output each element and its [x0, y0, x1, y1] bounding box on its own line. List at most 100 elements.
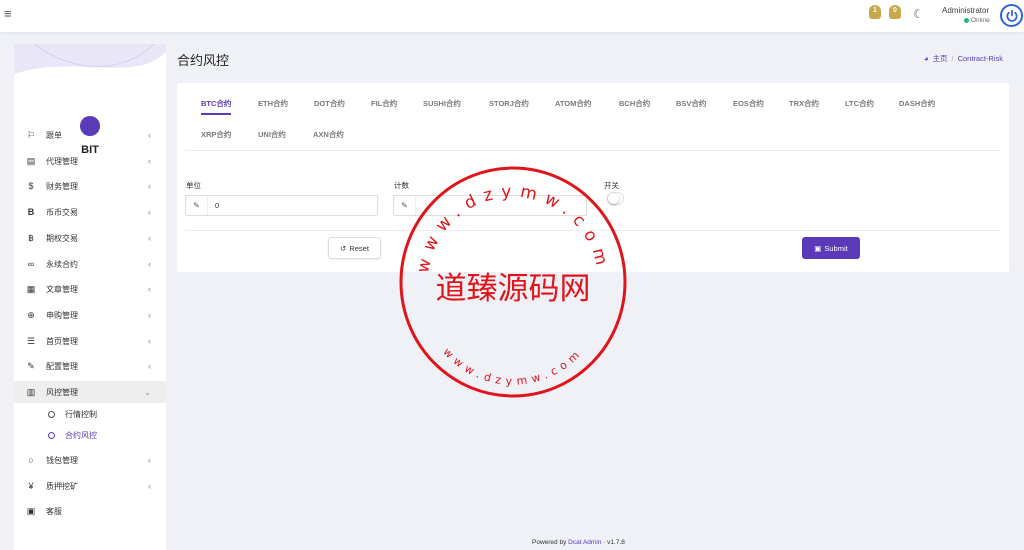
- sidebar-item-support[interactable]: ▣ 客服: [14, 500, 166, 522]
- breadcrumb: ◕ 主页 / Contract-Risk: [924, 53, 1003, 64]
- tab-dash[interactable]: DASH合约: [899, 98, 935, 113]
- newspaper-icon: ▦: [26, 283, 36, 294]
- sidebar-item-label: 配置管理: [46, 361, 78, 371]
- bell-icon[interactable]: 0: [889, 5, 901, 19]
- wrench-icon: ✎: [27, 360, 35, 371]
- tab-axn[interactable]: AXN合约: [313, 129, 344, 144]
- sidebar-item-label: 钱包管理: [46, 455, 78, 465]
- footer: Powered by Dcat Admin · v1.7.8: [532, 539, 625, 546]
- footer-version: · v1.7.8: [603, 539, 625, 546]
- sidebar-item-label: 客服: [46, 506, 62, 516]
- pencil-icon: ✎: [186, 196, 208, 215]
- chevron-left-icon: ‹: [148, 336, 151, 346]
- avatar[interactable]: [1000, 4, 1023, 27]
- logo-wave-decoration: [14, 44, 166, 74]
- hamburger-icon[interactable]: ≡: [4, 7, 12, 20]
- sidebar-item-follow[interactable]: ⚐ 跟单 ‹: [14, 124, 166, 146]
- sidebar-item-subscription[interactable]: ⊕ 申购管理 ‹: [14, 304, 166, 326]
- sidebar-item-config[interactable]: ✎ 配置管理 ‹: [14, 355, 166, 377]
- sidebar-subitem-market-control[interactable]: 行情控制: [14, 404, 166, 424]
- breadcrumb-current: Contract-Risk: [957, 54, 1003, 63]
- circle-icon: [48, 431, 55, 439]
- sidebar-item-articles[interactable]: ▦ 文章管理 ‹: [14, 278, 166, 300]
- notification-count: 0: [893, 7, 897, 14]
- sidebar-item-spot[interactable]: B 币币交易 ‹: [14, 201, 166, 223]
- chevron-left-icon: ‹: [148, 361, 151, 371]
- sidebar-item-perpetual[interactable]: ∞ 永续合约 ‹: [14, 253, 166, 275]
- chevron-left-icon: ‹: [148, 284, 151, 294]
- footer-link[interactable]: Dcat Admin: [568, 539, 601, 546]
- online-dot-icon: [964, 17, 969, 23]
- tab-uni[interactable]: UNI合约: [258, 129, 286, 144]
- submit-button[interactable]: ▣ Submit: [802, 237, 860, 259]
- power-icon: [1005, 9, 1018, 22]
- page-title: 合约风控: [177, 53, 230, 68]
- bitcoin-icon: ฿: [28, 232, 34, 243]
- sidebar-item-label: 财务管理: [46, 181, 78, 191]
- sidebar-item-risk[interactable]: ▥ 风控管理 ⌄: [14, 381, 166, 403]
- table-icon: ▥: [26, 386, 36, 397]
- save-icon: ▣: [814, 243, 822, 253]
- sidebar-item-label: 合约风控: [65, 430, 97, 440]
- sidebar-item-label: 申购管理: [46, 310, 78, 320]
- user-status: Online: [964, 17, 990, 24]
- tab-btc[interactable]: BTC合约: [201, 98, 232, 115]
- bell-icon[interactable]: 1: [869, 5, 881, 19]
- tab-eos[interactable]: EOS合约: [733, 98, 764, 113]
- sidebar-item-finance[interactable]: $ 财务管理 ‹: [14, 175, 166, 197]
- circle-icon: [48, 410, 55, 418]
- divider: [185, 150, 1001, 151]
- tab-sushi[interactable]: SUSHI合约: [423, 98, 461, 113]
- reset-button-label: Reset: [349, 243, 369, 253]
- sidebar-item-label: 风控管理: [46, 387, 78, 397]
- unit-input[interactable]: ✎ 0: [185, 195, 378, 216]
- flag-icon: ⚐: [26, 129, 36, 140]
- lifebuoy-icon: ⊕: [27, 309, 35, 320]
- sidebar-item-homepage[interactable]: ☰ 首页管理 ‹: [14, 330, 166, 352]
- sidebar-item-label: 永续合约: [46, 259, 78, 269]
- undo-icon: ↺: [340, 243, 347, 253]
- chevron-down-icon: ⌄: [144, 387, 151, 397]
- tab-trx[interactable]: TRX合约: [789, 98, 819, 113]
- tab-dot[interactable]: DOT合约: [314, 98, 345, 113]
- contact-card-icon: ▣: [26, 505, 36, 516]
- breadcrumb-home[interactable]: 主页: [932, 53, 947, 64]
- bitcoin-icon: B: [27, 207, 35, 217]
- sidebar-item-wallet[interactable]: ○ 钱包管理 ‹: [14, 449, 166, 471]
- sidebar-item-options[interactable]: ฿ 期权交易 ‹: [14, 227, 166, 249]
- sidebar-item-label: 期权交易: [46, 233, 78, 243]
- tab-bch[interactable]: BCH合约: [619, 98, 650, 113]
- tab-eth[interactable]: ETH合约: [258, 98, 288, 113]
- chevron-left-icon: ‹: [148, 181, 151, 191]
- stamp-center-text: 道臻源码网: [436, 271, 591, 307]
- sidebar-item-label: 币币交易: [46, 207, 78, 217]
- tab-storj[interactable]: STORJ合约: [489, 98, 529, 113]
- tab-atom[interactable]: ATOM合约: [555, 98, 591, 113]
- tab-fil[interactable]: FIL合约: [371, 98, 397, 113]
- contract-tabs: BTC合约 ETH合约 DOT合约 FIL合约 SUSHI合约 STORJ合约 …: [177, 83, 1009, 151]
- sidebar-item-label: 首页管理: [46, 336, 78, 346]
- reset-button[interactable]: ↺ Reset: [328, 237, 381, 259]
- tab-bsv[interactable]: BSV合约: [676, 98, 706, 113]
- tab-xrp[interactable]: XRP合约: [201, 129, 231, 144]
- chevron-left-icon: ‹: [148, 481, 151, 491]
- chevron-left-icon: ‹: [148, 310, 151, 320]
- dollar-icon: $: [28, 181, 34, 191]
- sidebar-item-staking[interactable]: ¥ 质押挖矿 ‹: [14, 475, 166, 497]
- unit-input-value: 0: [215, 201, 220, 210]
- user-name[interactable]: Administrator: [942, 6, 989, 15]
- user-status-label: Online: [971, 17, 990, 24]
- sidebar-item-label: 行情控制: [65, 409, 97, 419]
- id-card-icon: ▤: [26, 155, 36, 166]
- sidebar: BIT ⚐ 跟单 ‹ ▤ 代理管理 ‹ $ 财务管理 ‹ B 币币交易 ‹ ฿期权交易 ‹ ∞ 永续…: [14, 44, 166, 550]
- tab-ltc[interactable]: LTC合约: [845, 98, 874, 113]
- sidebar-item-label: 跟单: [46, 130, 62, 140]
- chevron-left-icon: ‹: [148, 233, 151, 243]
- sidebar-item-agent[interactable]: ▤ 代理管理 ‹: [14, 150, 166, 172]
- sidebar-item-label: 文章管理: [46, 284, 78, 294]
- link-icon: ∞: [27, 259, 35, 269]
- sidebar-subitem-contract-risk[interactable]: 合约风控: [14, 425, 166, 445]
- stamp-ring-text-bottom: www.dzymw.com: [440, 345, 585, 388]
- moon-icon[interactable]: ☾: [913, 8, 924, 20]
- chevron-left-icon: ‹: [148, 156, 151, 166]
